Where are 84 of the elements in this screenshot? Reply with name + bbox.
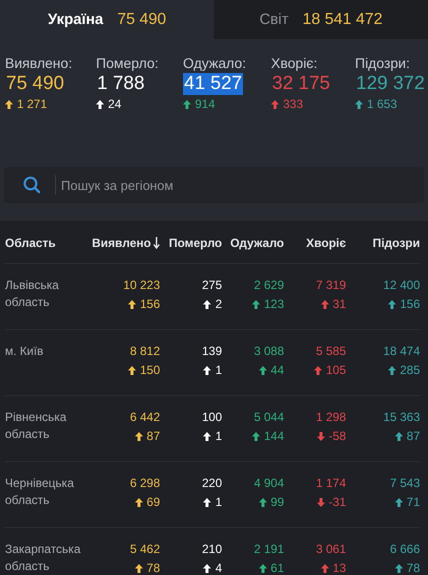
case-count: 220 bbox=[202, 475, 222, 492]
stat-delta: 333 bbox=[283, 97, 304, 111]
case-count: 275 bbox=[202, 277, 222, 294]
case-count: 5 585 bbox=[316, 343, 346, 360]
case-delta: 150 bbox=[140, 362, 160, 379]
case-count: 2 629 bbox=[254, 277, 284, 294]
column-header[interactable]: Підозри bbox=[372, 236, 420, 250]
case-delta: 69 bbox=[146, 494, 160, 511]
case-delta: 44 bbox=[270, 362, 284, 379]
search-icon bbox=[23, 176, 41, 194]
region-tab[interactable]: Україна 75 490 bbox=[0, 0, 214, 39]
region-name: м. Київ bbox=[5, 343, 44, 360]
column-header[interactable]: Померло bbox=[168, 236, 222, 250]
case-count: 100 bbox=[202, 409, 222, 426]
case-count: 3 061 bbox=[316, 541, 346, 558]
case-count: 18 474 bbox=[383, 343, 420, 360]
case-delta: 61 bbox=[270, 560, 284, 575]
case-delta: 71 bbox=[406, 494, 420, 511]
stat-label: Підозри: bbox=[355, 55, 410, 71]
region-name: Чернівецька область bbox=[5, 475, 75, 509]
sort-arrow-icon bbox=[153, 237, 160, 249]
stat-label: Одужало: bbox=[183, 55, 246, 71]
case-count: 2 191 bbox=[254, 541, 284, 558]
case-delta: 285 bbox=[400, 362, 420, 379]
case-delta: 1 bbox=[215, 428, 222, 445]
case-count: 6 298 bbox=[130, 475, 160, 492]
stat-value: 32 175 bbox=[272, 73, 330, 94]
tab-count: 75 490 bbox=[117, 10, 166, 28]
case-count: 139 bbox=[202, 343, 222, 360]
case-count: 12 400 bbox=[383, 277, 420, 294]
stat-delta: 1 271 bbox=[17, 97, 48, 111]
case-count: 4 904 bbox=[254, 475, 284, 492]
case-delta: 78 bbox=[146, 560, 160, 575]
search-field[interactable]: Пошук за регіоном bbox=[4, 167, 424, 203]
stat-value: 129 372 bbox=[356, 73, 425, 94]
case-delta: 78 bbox=[406, 560, 420, 575]
region-name: Львівська область bbox=[5, 277, 60, 311]
case-delta: 99 bbox=[270, 494, 284, 511]
stat-label: Виявлено: bbox=[5, 55, 72, 71]
tab-label: Україна bbox=[48, 11, 104, 28]
stat-label: Хворіє: bbox=[271, 55, 318, 71]
case-delta: -31 bbox=[328, 494, 346, 511]
case-count: 3 088 bbox=[254, 343, 284, 360]
case-delta: 1 bbox=[215, 494, 222, 511]
column-header[interactable]: Виявлено bbox=[92, 236, 160, 250]
case-count: 7 319 bbox=[316, 277, 346, 294]
stat-delta: 24 bbox=[108, 97, 122, 111]
tab-count: 18 541 472 bbox=[302, 10, 383, 28]
case-delta: 87 bbox=[406, 428, 420, 445]
case-delta: 2 bbox=[215, 296, 222, 313]
case-count: 10 223 bbox=[123, 277, 160, 294]
case-count: 5 462 bbox=[130, 541, 160, 558]
stat-value: 41 527 bbox=[184, 73, 242, 94]
case-delta: 13 bbox=[332, 560, 346, 575]
case-delta: 144 bbox=[264, 428, 284, 445]
case-delta: 105 bbox=[326, 362, 346, 379]
stat-label: Померло: bbox=[96, 55, 159, 71]
tab-label: Світ bbox=[259, 11, 288, 28]
case-delta: 1 bbox=[215, 362, 222, 379]
stat-delta: 1 653 bbox=[367, 97, 398, 111]
case-count: 6 442 bbox=[130, 409, 160, 426]
region-name: Рівненська область bbox=[5, 409, 68, 443]
column-header[interactable]: Одужало bbox=[230, 236, 284, 250]
case-delta: 87 bbox=[146, 428, 160, 445]
case-count: 6 666 bbox=[390, 541, 420, 558]
case-count: 210 bbox=[202, 541, 222, 558]
case-count: 8 812 bbox=[130, 343, 160, 360]
case-delta: 156 bbox=[140, 296, 160, 313]
case-delta: 156 bbox=[400, 296, 420, 313]
case-delta: -58 bbox=[328, 428, 346, 445]
column-header[interactable]: Хворіє bbox=[306, 236, 346, 250]
stat-value: 75 490 bbox=[6, 73, 64, 94]
case-delta: 31 bbox=[332, 296, 346, 313]
case-count: 7 543 bbox=[390, 475, 420, 492]
region-name: Закарпатська область bbox=[5, 541, 82, 575]
stat-delta: 914 bbox=[195, 97, 216, 111]
stat-value: 1 788 bbox=[97, 73, 145, 94]
case-count: 5 044 bbox=[254, 409, 284, 426]
case-count: 15 363 bbox=[383, 409, 420, 426]
column-header[interactable]: Область bbox=[5, 236, 56, 250]
case-count: 1 298 bbox=[316, 409, 346, 426]
case-delta: 123 bbox=[264, 296, 284, 313]
case-delta: 4 bbox=[215, 560, 222, 575]
case-count: 1 174 bbox=[316, 475, 346, 492]
